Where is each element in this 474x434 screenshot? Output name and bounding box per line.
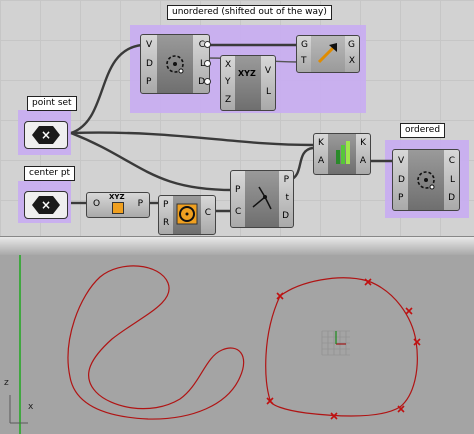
- vector-xyz-component[interactable]: X Y Z V L XYZ: [220, 55, 276, 111]
- grip[interactable]: [204, 78, 211, 85]
- ordered-curve: [265, 277, 418, 417]
- unordered-curve: [67, 265, 245, 420]
- point-marker: [276, 292, 284, 300]
- point-xyz-icon-label: XYZ: [109, 193, 125, 201]
- wire-points-to-vector-comp: [70, 131, 234, 192]
- wire-points-to-closest-top: [70, 43, 143, 135]
- closest-point-icon: [166, 55, 184, 74]
- point-set-param[interactable]: ×: [24, 121, 68, 149]
- sort-icon: [336, 141, 350, 164]
- closest-point-top-component[interactable]: V D P C L D: [140, 34, 210, 94]
- grip[interactable]: [204, 41, 211, 48]
- input-label: O: [93, 199, 101, 209]
- wire-points-to-sort-k: [70, 131, 314, 147]
- vector-icon: [252, 186, 272, 210]
- vector-xyz-icon: XYZ: [238, 69, 256, 78]
- point-marker: [405, 307, 413, 315]
- input-label: X: [225, 60, 232, 70]
- pane-splitter[interactable]: [0, 236, 474, 256]
- axis-z-label: z: [4, 378, 9, 388]
- rhino-viewport[interactable]: z x: [0, 255, 474, 434]
- grip[interactable]: [204, 60, 211, 67]
- circle-icon: [176, 203, 198, 225]
- output-label: P: [137, 199, 143, 209]
- input-label: Y: [225, 77, 231, 87]
- point-icon: ×: [32, 196, 60, 214]
- vector-2pt-component[interactable]: P C P t D: [230, 170, 294, 228]
- grasshopper-canvas[interactable]: unordered (shifted out of the way) point…: [0, 0, 474, 236]
- viewport-geometry: [9, 255, 421, 434]
- circle-component[interactable]: P R C: [158, 195, 216, 235]
- point-icon: ×: [32, 126, 60, 144]
- construct-point-component[interactable]: O P XYZ: [86, 192, 150, 218]
- closest-point-icon: [417, 171, 435, 190]
- arrow-icon: [317, 43, 337, 64]
- output-label: L: [265, 87, 271, 97]
- center-pt-param[interactable]: ×: [24, 191, 68, 219]
- sort-list-component[interactable]: K A K A: [313, 133, 371, 175]
- axis-x-label: x: [28, 402, 34, 412]
- closest-point-ordered-component[interactable]: V D P C L D: [392, 149, 460, 211]
- world-axis-widget: [9, 395, 28, 424]
- output-label: V: [264, 66, 271, 76]
- gradient-component[interactable]: G T G X: [296, 35, 360, 73]
- orange-point-icon: [112, 202, 124, 214]
- input-label: Z: [225, 95, 232, 105]
